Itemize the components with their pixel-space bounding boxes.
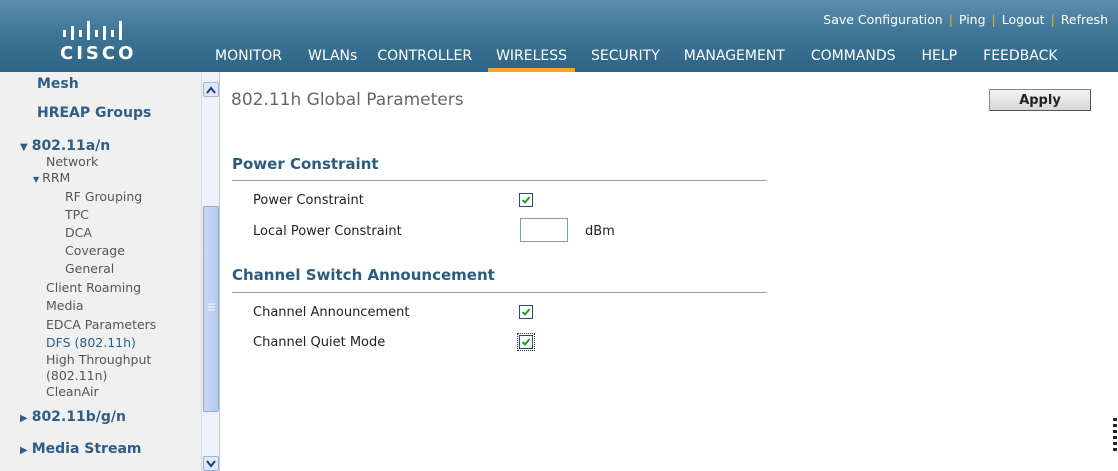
sidebar-scrollbar[interactable] xyxy=(201,72,219,471)
apply-button[interactable]: Apply xyxy=(989,89,1091,111)
chevron-up-icon xyxy=(206,85,216,94)
sidebar-item-edca-parameters[interactable]: EDCA Parameters xyxy=(46,317,156,332)
top-header: CISCO Save Configuration | Ping | Logout | Ref… xyxy=(0,0,1118,72)
sidebar-item-80211an[interactable]: ▼ 802.11a/n xyxy=(20,138,110,154)
collapsed-triangle-icon[interactable]: ▶ xyxy=(20,413,28,424)
sidebar-item-rrm[interactable]: ▼ RRM xyxy=(33,170,70,185)
collapsed-triangle-icon[interactable]: ▶ xyxy=(20,445,28,456)
nav-controller[interactable]: CONTROLLER xyxy=(377,46,472,72)
sidebar-item-label: EDCA Parameters xyxy=(46,317,157,332)
sidebar-item-hreap-groups[interactable]: HREAP Groups xyxy=(37,105,151,121)
channel-quiet-mode-label: Channel Quiet Mode xyxy=(253,335,386,350)
save-configuration-link[interactable]: Save Configuration xyxy=(823,12,942,27)
nav-monitor[interactable]: MONITOR xyxy=(215,46,282,72)
checkmark-icon xyxy=(521,338,531,346)
power-constraint-label: Power Constraint xyxy=(253,193,364,208)
sidebar-item-dfs-80211h[interactable]: DFS (802.11h) xyxy=(46,335,136,350)
sidebar-item-client-roaming[interactable]: Client Roaming xyxy=(46,280,141,295)
scroll-down-button[interactable] xyxy=(203,456,219,471)
nav-management[interactable]: MANAGEMENT xyxy=(684,46,785,72)
sidebar-item-coverage[interactable]: Coverage xyxy=(65,243,125,258)
sidebar-item-label: RRM xyxy=(42,170,71,185)
link-separator: | xyxy=(948,12,953,27)
grip-icon xyxy=(208,303,215,311)
sidebar-item-dca[interactable]: DCA xyxy=(65,225,92,240)
sidebar-item-label: Network xyxy=(46,154,99,169)
nav-wireless[interactable]: WIRELESS xyxy=(488,46,575,72)
main-nav: MONITOR WLANs CONTROLLER WIRELESS SECURI… xyxy=(215,46,1058,72)
sidebar-item-rf-grouping[interactable]: RF Grouping xyxy=(65,189,142,204)
sidebar-item-label: DFS (802.11h) xyxy=(46,335,136,350)
sidebar-item-network[interactable]: Network xyxy=(46,154,98,169)
chevron-down-icon xyxy=(206,459,216,468)
sidebar-item-label: Media Stream xyxy=(31,441,142,457)
logout-link[interactable]: Logout xyxy=(1002,12,1045,27)
sidebar-item-tpc[interactable]: TPC xyxy=(65,207,89,222)
sidebar-item-high-throughput-sub[interactable]: (802.11n) xyxy=(46,368,107,383)
sidebar-item-label: Client Roaming xyxy=(46,280,142,295)
link-separator: | xyxy=(991,12,996,27)
cisco-logo: CISCO xyxy=(20,6,170,66)
nav-help[interactable]: HELP xyxy=(922,46,958,72)
sidebar-item-label: 802.11b/g/n xyxy=(31,409,126,425)
sidebar-item-label: 802.11a/n xyxy=(31,138,111,154)
sidebar-item-label: CleanAir xyxy=(46,384,99,399)
refresh-link[interactable]: Refresh xyxy=(1061,12,1108,27)
nav-security[interactable]: SECURITY xyxy=(591,46,660,72)
ping-link[interactable]: Ping xyxy=(959,12,986,27)
sidebar-item-80211bgn[interactable]: ▶ 802.11b/g/n xyxy=(20,409,126,425)
channel-announcement-label: Channel Announcement xyxy=(253,305,410,320)
main-content: 802.11h Global Parameters Apply Power Co… xyxy=(221,72,1118,471)
section-divider xyxy=(232,180,767,181)
sidebar-item-high-throughput[interactable]: High Throughput xyxy=(46,352,151,367)
expanded-triangle-icon[interactable]: ▼ xyxy=(20,142,28,153)
brand-wordmark: CISCO xyxy=(60,43,137,64)
nav-commands[interactable]: COMMANDS xyxy=(811,46,896,72)
sidebar-item-label: RF Grouping xyxy=(65,189,143,204)
sidebar-item-label: (802.11n) xyxy=(46,368,108,383)
sidebar-item-label: DCA xyxy=(65,225,92,240)
sidebar-item-label: General xyxy=(65,261,115,276)
checkmark-icon xyxy=(521,196,531,204)
nav-feedback[interactable]: FEEDBACK xyxy=(983,46,1057,72)
expanded-triangle-icon[interactable]: ▼ xyxy=(33,175,39,184)
sidebar-item-media[interactable]: Media xyxy=(46,298,84,313)
channel-announcement-checkbox[interactable] xyxy=(519,305,533,319)
sidebar-item-label: TPC xyxy=(65,207,89,222)
sidebar-item-label: High Throughput xyxy=(46,352,152,367)
sidebar-item-label: HREAP Groups xyxy=(37,105,152,121)
link-separator: | xyxy=(1050,12,1055,27)
sidebar-item-general[interactable]: General xyxy=(65,261,114,276)
local-power-constraint-label: Local Power Constraint xyxy=(253,224,402,239)
sidebar-item-label: Mesh xyxy=(37,76,79,92)
cisco-bars-icon xyxy=(63,21,122,40)
sidebar: Mesh HREAP Groups ▼ 802.11a/n Network ▼ RR… xyxy=(0,72,220,471)
sidebar-item-mesh[interactable]: Mesh xyxy=(37,76,79,92)
sidebar-item-cleanair[interactable]: CleanAir xyxy=(46,384,99,399)
power-constraint-checkbox[interactable] xyxy=(519,193,533,207)
sidebar-item-label: Media xyxy=(46,298,84,313)
page-title: 802.11h Global Parameters xyxy=(231,90,464,110)
section-title-power-constraint: Power Constraint xyxy=(232,155,379,173)
sidebar-tree: Mesh HREAP Groups ▼ 802.11a/n Network ▼ RR… xyxy=(0,72,202,471)
section-title-channel-switch: Channel Switch Announcement xyxy=(232,266,495,284)
checkmark-icon xyxy=(521,308,531,316)
edge-mark xyxy=(1113,418,1117,451)
section-divider xyxy=(232,292,767,293)
dbm-unit-label: dBm xyxy=(585,224,615,239)
sidebar-item-media-stream[interactable]: ▶ Media Stream xyxy=(20,441,141,457)
scroll-up-button[interactable] xyxy=(203,82,219,97)
channel-quiet-mode-checkbox[interactable] xyxy=(517,333,535,351)
nav-wlans[interactable]: WLANs xyxy=(308,46,357,72)
utility-links: Save Configuration | Ping | Logout | Refresh xyxy=(823,12,1108,27)
scroll-thumb[interactable] xyxy=(203,206,219,412)
sidebar-item-label: Coverage xyxy=(65,243,125,258)
local-power-constraint-input[interactable] xyxy=(520,218,568,242)
